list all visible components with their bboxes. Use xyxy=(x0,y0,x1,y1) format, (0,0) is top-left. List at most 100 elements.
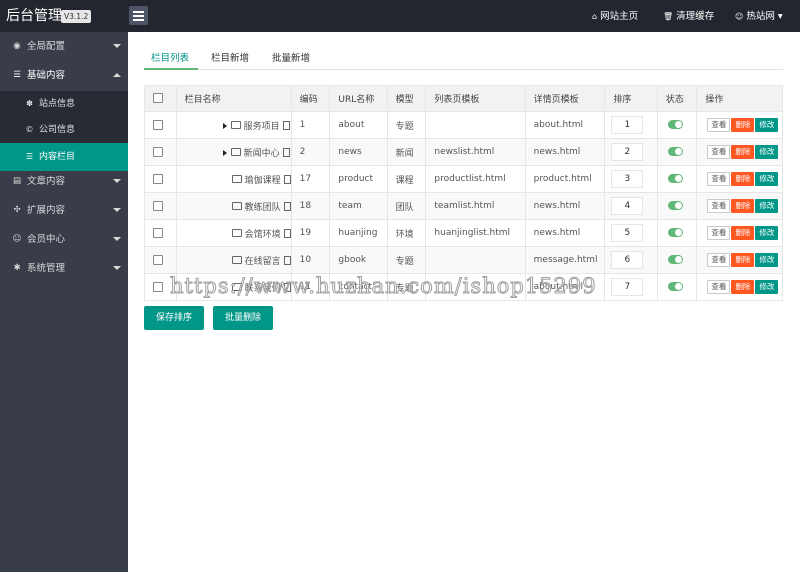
status-toggle[interactable] xyxy=(667,228,683,237)
detail-template-cell: product.html xyxy=(524,165,606,193)
table-row: 教练团队 18 team 团队 teamlist.html news.html 4 查看 删除修… xyxy=(144,192,783,220)
column-name: 瑜伽课程 xyxy=(244,175,281,186)
view-button[interactable]: 查看 xyxy=(707,145,731,159)
view-button[interactable]: 查看 xyxy=(707,253,731,267)
row-checkbox[interactable] xyxy=(153,227,163,238)
expand-icon[interactable] xyxy=(222,123,227,129)
sort-input[interactable]: 5 xyxy=(611,224,644,242)
row-checkbox[interactable] xyxy=(153,281,163,292)
menu-toggle-button[interactable] xyxy=(129,6,148,25)
status-toggle[interactable] xyxy=(667,174,683,183)
save-sort-button[interactable]: 保存排序 xyxy=(144,306,205,330)
status-toggle[interactable] xyxy=(667,120,683,129)
status-toggle[interactable] xyxy=(667,201,683,210)
delete-button[interactable]: 删除 xyxy=(731,118,755,132)
clear-cache-link[interactable]: 🗑 清理缓存 xyxy=(663,10,714,23)
toggle-knob xyxy=(674,121,682,128)
document-icon xyxy=(283,201,291,211)
url-cell: news xyxy=(329,138,388,166)
sort-input[interactable]: 4 xyxy=(611,197,644,215)
status-toggle[interactable] xyxy=(667,282,683,291)
code-cell: 1 xyxy=(290,111,331,139)
user-menu[interactable]: ☺ 热站网 ▾ xyxy=(735,10,783,23)
table-row: 在线留言 10 gbook 专题 message.html 6 查看 删除 修改 xyxy=(144,246,783,274)
row-checkbox[interactable] xyxy=(153,119,163,130)
delete-button[interactable]: 删除 xyxy=(731,199,755,213)
delete-button[interactable]: 删除 xyxy=(731,145,755,159)
chevron-down-icon xyxy=(113,237,121,241)
status-toggle[interactable] xyxy=(667,147,683,156)
batch-delete-button[interactable]: 批量删除 xyxy=(213,306,274,330)
chevron-down-icon xyxy=(113,208,121,212)
sort-input[interactable]: 6 xyxy=(611,251,644,269)
select-all-checkbox[interactable] xyxy=(153,93,163,104)
edit-button[interactable]: 修改 xyxy=(755,253,779,267)
name-cell: 联系我们 xyxy=(175,273,292,301)
trash-icon: 🗑 xyxy=(663,12,674,21)
tab-column-list[interactable]: 栏目列表 xyxy=(151,52,189,65)
view-button[interactable]: 查看 xyxy=(707,226,731,240)
sort-cell: 1 xyxy=(604,111,658,139)
list-template-cell: huanjinglist.html xyxy=(425,219,526,247)
edit-button[interactable]: 修改 xyxy=(755,118,779,132)
folder-icon xyxy=(231,229,242,237)
delete-button[interactable]: 删除 xyxy=(731,172,755,186)
edit-button[interactable]: 修改 xyxy=(755,199,779,213)
table-row: 服务项目 1 about 专题 about.html 1 查看 删除 修改 xyxy=(144,111,783,139)
url-cell: contact xyxy=(329,273,388,301)
view-button[interactable]: 查看 xyxy=(707,172,731,186)
view-button[interactable]: 查看 xyxy=(707,280,731,294)
sort-input[interactable]: 1 xyxy=(611,116,644,134)
top-bar: 后台管理 V3.1.2 ⌂ 网站主页 🗑 清理缓存 ☺ 热站网 ▾ xyxy=(0,0,800,32)
document-icon xyxy=(282,147,290,157)
sidebar-item-articles[interactable]: ▤ 文章内容 xyxy=(0,167,128,196)
user-icon: ☺ xyxy=(735,12,744,21)
sort-cell: 7 xyxy=(604,273,658,301)
delete-button[interactable]: 删除 xyxy=(731,280,755,294)
sort-cell: 3 xyxy=(604,165,658,193)
sidebar-item-basic-content[interactable]: ☰ 基础内容 xyxy=(0,61,128,90)
row-checkbox[interactable] xyxy=(153,146,163,157)
list-template-cell xyxy=(425,111,526,139)
column-name: 在线留言 xyxy=(244,256,281,267)
home-icon: ⌂ xyxy=(592,12,598,21)
sidebar-item-members[interactable]: ☺ 会员中心 xyxy=(0,225,128,254)
column-header: 模型 xyxy=(386,85,427,112)
toggle-knob xyxy=(674,256,682,263)
table-row: 会馆环境 19 huanjing 环境 huanjinglist.html news.ht… xyxy=(144,219,783,247)
status-cell xyxy=(656,219,698,247)
tab-batch-add[interactable]: 批量新增 xyxy=(272,52,310,65)
edit-button[interactable]: 修改 xyxy=(755,226,779,240)
user-icon: ☺ xyxy=(12,234,22,244)
row-checkbox[interactable] xyxy=(153,200,163,211)
view-button[interactable]: 查看 xyxy=(707,118,731,132)
sidebar-item-global-config[interactable]: ◉ 全局配置 xyxy=(0,32,128,61)
sort-input[interactable]: 7 xyxy=(611,278,644,296)
sidebar-item-extensions[interactable]: ✣ 扩展内容 xyxy=(0,196,128,225)
row-checkbox[interactable] xyxy=(153,254,163,265)
column-name: 新闻中心 xyxy=(243,148,280,159)
toggle-knob xyxy=(674,148,682,155)
edit-button[interactable]: 修改 xyxy=(755,280,779,294)
edit-button[interactable]: 修改 xyxy=(755,145,779,159)
expand-icon[interactable] xyxy=(222,150,227,156)
list-template-cell: productlist.html xyxy=(425,165,526,193)
row-checkbox[interactable] xyxy=(153,173,163,184)
name-cell: 会馆环境 xyxy=(175,219,292,247)
sidebar-item-site-info[interactable]: ✽ 站点信息 xyxy=(0,91,128,117)
delete-button[interactable]: 删除 xyxy=(731,226,755,240)
site-home-link[interactable]: ⌂ 网站主页 xyxy=(592,10,638,23)
column-header: 编码 xyxy=(290,85,331,112)
table-row: 联系我们 11 contact 专题 about.html 7 查看 删除 修改 xyxy=(144,273,783,301)
status-toggle[interactable] xyxy=(667,255,683,264)
row-select-cell xyxy=(144,138,177,166)
delete-button[interactable]: 删除 xyxy=(731,253,755,267)
view-button[interactable]: 查看 xyxy=(707,199,731,213)
sidebar-item-company-info[interactable]: © 公司信息 xyxy=(0,117,128,143)
sort-input[interactable]: 2 xyxy=(611,143,644,161)
tab-column-add[interactable]: 栏目新增 xyxy=(211,52,249,65)
name-cell: 在线留言 xyxy=(175,246,292,274)
edit-button[interactable]: 修改 xyxy=(755,172,779,186)
sort-input[interactable]: 3 xyxy=(611,170,644,188)
sidebar-item-system[interactable]: ✱ 系统管理 xyxy=(0,254,128,283)
